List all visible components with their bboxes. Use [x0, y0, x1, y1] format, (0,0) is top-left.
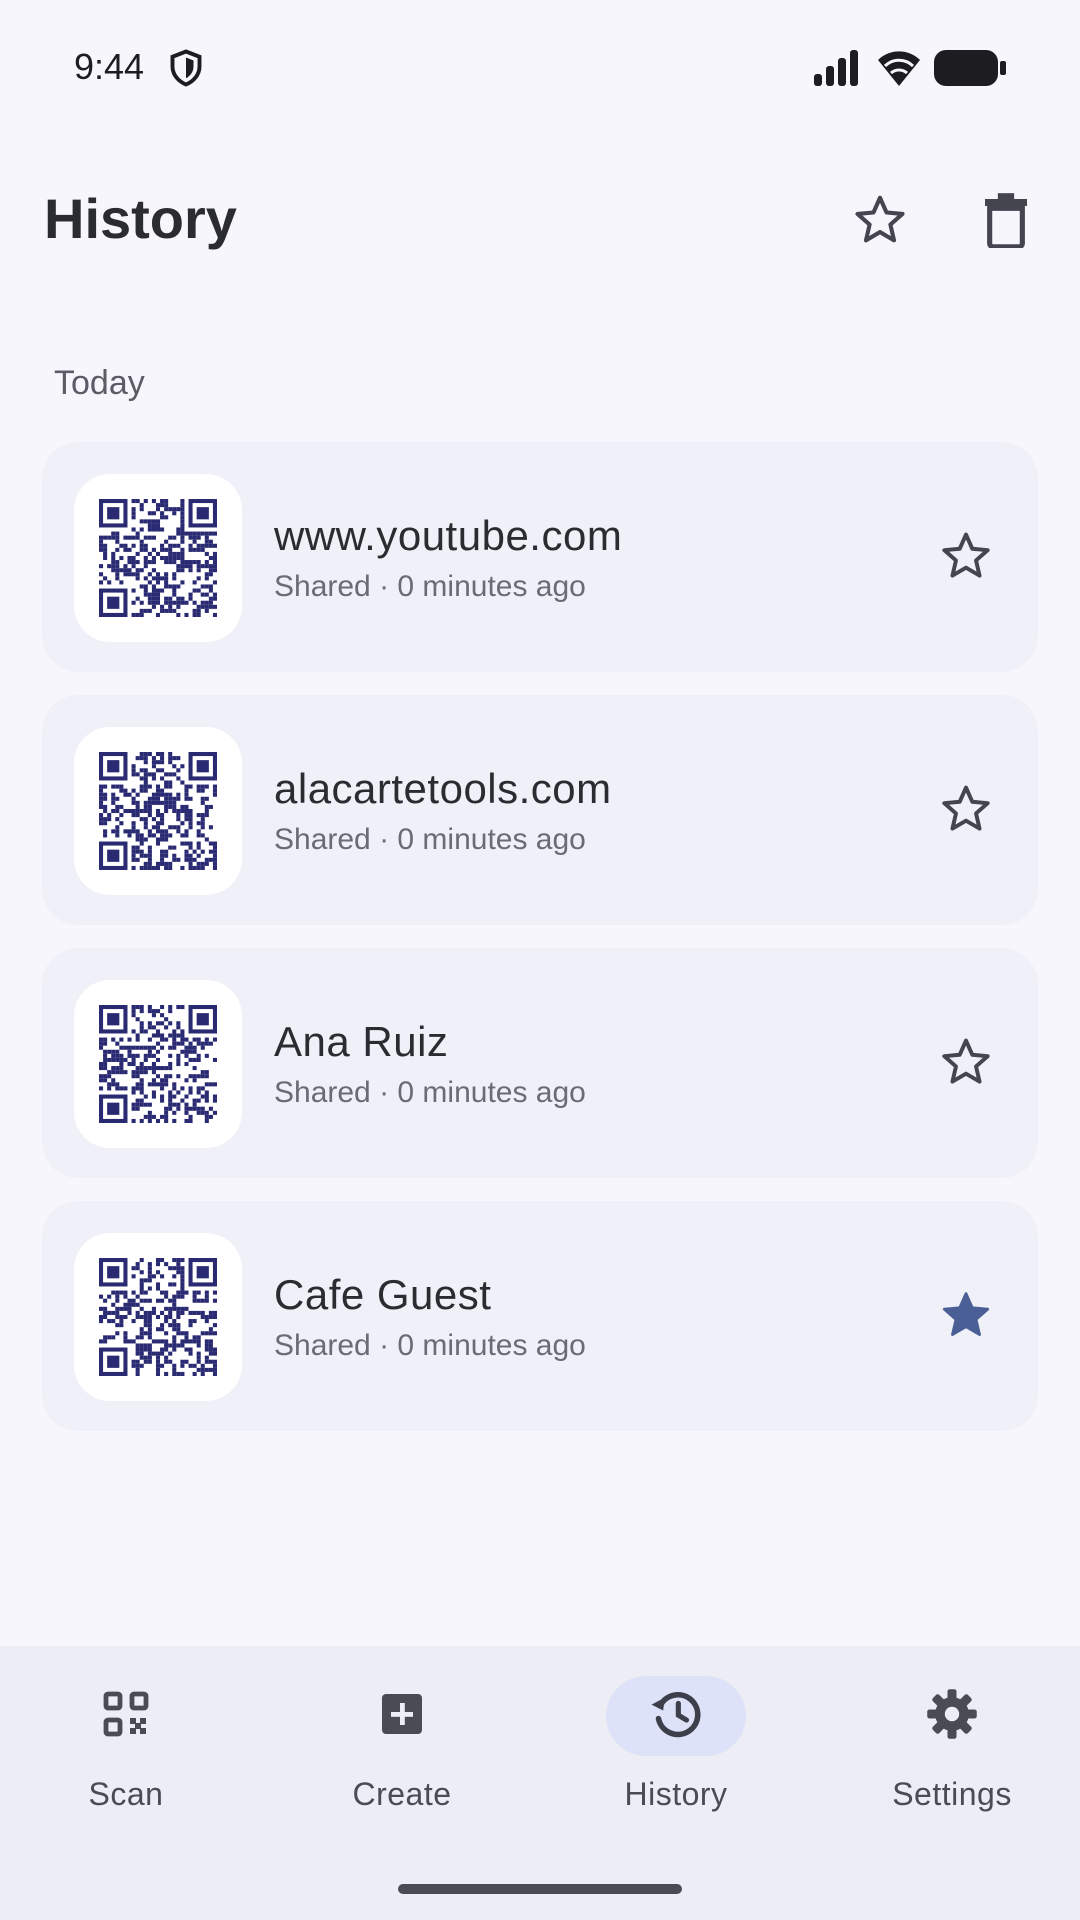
qr-thumbnail	[74, 474, 242, 642]
nav-label: History	[624, 1776, 728, 1812]
history-item[interactable]: www.youtube.com Shared · 0 minutes ago	[42, 442, 1038, 672]
item-title: www.youtube.com	[274, 512, 623, 559]
history-item[interactable]: alacartetools.com Shared · 0 minutes ago	[42, 695, 1038, 925]
qr-thumbnail	[74, 980, 242, 1148]
nav-item-history[interactable]: History	[576, 1676, 776, 1826]
battery-icon	[934, 50, 1006, 91]
item-subtitle: Shared · 0 minutes ago	[274, 823, 586, 856]
qr-thumbnail	[74, 727, 242, 895]
page-title: History	[44, 187, 237, 250]
delete-icon	[981, 192, 1031, 253]
star-outline-icon	[938, 528, 994, 589]
star-outline-icon	[938, 781, 994, 842]
nav-item-create[interactable]: Create	[302, 1676, 502, 1826]
qr-code-icon	[99, 499, 217, 617]
favorite-toggle[interactable]	[930, 1028, 1002, 1100]
qr-code-icon	[99, 1005, 217, 1123]
status-time: 9:44	[74, 46, 145, 87]
qr-code-icon	[99, 752, 217, 870]
item-title: alacartetools.com	[274, 765, 612, 812]
item-subtitle: Shared · 0 minutes ago	[274, 1076, 586, 1109]
nav-item-scan[interactable]: Scan	[26, 1676, 226, 1826]
history-list: www.youtube.com Shared · 0 minutes ago a…	[42, 442, 1038, 1454]
qr-thumbnail	[74, 1233, 242, 1401]
favorite-toggle[interactable]	[930, 1281, 1002, 1353]
status-bar: 9:44	[0, 0, 1080, 134]
delete-history-button[interactable]	[970, 186, 1042, 258]
active-indicator	[606, 1676, 746, 1756]
section-label-today: Today	[54, 364, 145, 402]
qr-scan-icon	[102, 1690, 150, 1743]
gear-icon	[925, 1687, 979, 1746]
shield-icon	[168, 48, 204, 88]
qr-code-icon	[99, 1258, 217, 1376]
home-indicator[interactable]	[398, 1884, 682, 1894]
wifi-icon	[876, 48, 922, 91]
add-box-icon	[378, 1690, 426, 1743]
star-filled-icon	[938, 1287, 994, 1348]
item-title: Cafe Guest	[274, 1271, 492, 1318]
nav-label: Settings	[892, 1776, 1012, 1812]
item-subtitle: Shared · 0 minutes ago	[274, 570, 586, 603]
nav-label: Scan	[88, 1776, 164, 1812]
history-item[interactable]: Cafe Guest Shared · 0 minutes ago	[42, 1201, 1038, 1431]
item-subtitle: Shared · 0 minutes ago	[274, 1329, 586, 1362]
star-outline-icon	[851, 191, 909, 254]
history-icon	[648, 1686, 704, 1747]
item-title: Ana Ruiz	[274, 1018, 449, 1065]
favorite-toggle[interactable]	[930, 775, 1002, 847]
favorite-toggle[interactable]	[930, 522, 1002, 594]
signal-icon	[812, 50, 860, 91]
favorites-filter-button[interactable]	[844, 186, 916, 258]
star-outline-icon	[938, 1034, 994, 1095]
bottom-navigation: Scan Create History Settings	[0, 1646, 1080, 1920]
nav-item-settings[interactable]: Settings	[852, 1676, 1052, 1826]
history-item[interactable]: Ana Ruiz Shared · 0 minutes ago	[42, 948, 1038, 1178]
nav-label: Create	[352, 1776, 452, 1812]
